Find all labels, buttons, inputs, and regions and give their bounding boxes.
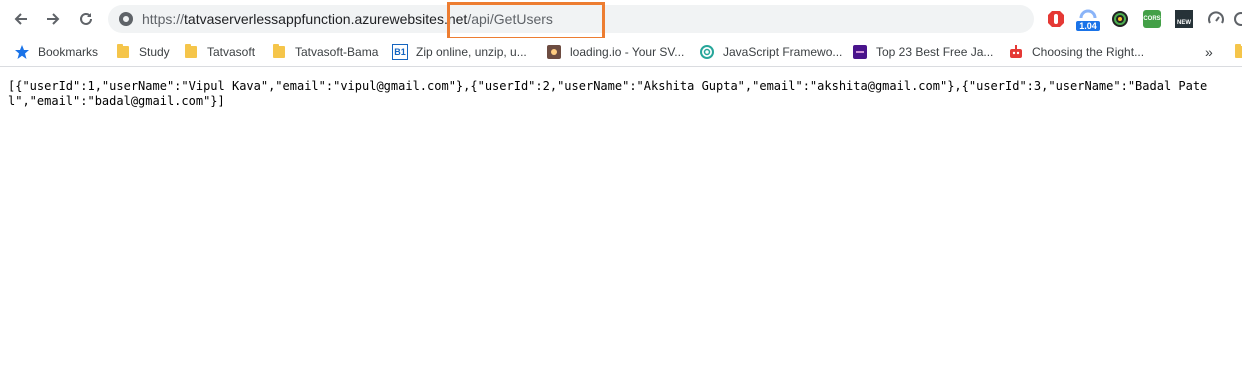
extension-partial-icon	[1234, 12, 1242, 26]
bookmark-label: JavaScript Framewo...	[723, 45, 843, 59]
site-info-icon[interactable]	[118, 11, 134, 27]
back-arrow-icon	[14, 13, 27, 25]
extension-new[interactable]: NEW	[1174, 9, 1194, 29]
folder-icon	[1233, 44, 1242, 60]
folder-icon	[271, 44, 287, 60]
folder-icon	[183, 44, 199, 60]
browser-toolbar: https://tatvaserverlessappfunction.azure…	[0, 0, 1242, 40]
spiral-icon	[699, 44, 715, 60]
extension-color-wheel[interactable]	[1110, 9, 1130, 29]
bookmark-label: Zip online, unzip, u...	[416, 45, 527, 59]
forward-button[interactable]	[40, 6, 66, 32]
bookmark-label: loading.io - Your SV...	[570, 45, 685, 59]
bookmark-label: Tatvasoft	[207, 45, 256, 59]
other-bookmarks-folder[interactable]	[1233, 42, 1242, 62]
extension-version-badge[interactable]: 1.04	[1076, 9, 1100, 31]
cors-icon: CORS	[1143, 10, 1161, 28]
bookmark-label: Tatvasoft-Bama	[295, 45, 379, 59]
bookmark-label: Choosing the Right...	[1032, 45, 1145, 59]
extension-adblock[interactable]	[1046, 9, 1066, 29]
back-button[interactable]	[8, 6, 34, 32]
new-badge-icon: NEW	[1175, 10, 1193, 28]
extension-speed[interactable]	[1206, 9, 1226, 29]
chevron-double-right-icon: »	[1205, 44, 1213, 60]
loading-io-icon	[546, 44, 562, 60]
stop-sign-icon	[1048, 11, 1064, 27]
colorlib-icon	[852, 44, 868, 60]
json-response-text: [{"userId":1,"userName":"Vipul Kava","em…	[8, 79, 1208, 108]
forward-arrow-icon	[47, 13, 60, 25]
bookmark-label: Top 23 Best Free Ja...	[876, 45, 994, 59]
bookmark-study[interactable]: Study	[115, 42, 170, 62]
bookmark-choosing-the-right[interactable]: Choosing the Right...	[1008, 42, 1144, 62]
bookmark-top-23-free[interactable]: Top 23 Best Free Ja...	[852, 42, 993, 62]
reload-button[interactable]	[73, 6, 99, 32]
bookmark-zip-online[interactable]: B1 Zip online, unzip, u...	[392, 42, 527, 62]
extension-cut-off[interactable]	[1232, 9, 1242, 29]
robot-icon	[1008, 44, 1024, 60]
bookmark-javascript-frameworks[interactable]: JavaScript Framewo...	[699, 42, 842, 62]
star-icon	[14, 44, 30, 60]
speedometer-icon	[1208, 11, 1224, 24]
url-host: tatvaserverlessappfunction.azurewebsites…	[184, 11, 468, 27]
reload-icon	[80, 12, 92, 25]
color-wheel-icon	[1112, 11, 1128, 27]
url-path-highlight-box	[447, 2, 605, 40]
bookmarks-overflow-button[interactable]: »	[1205, 42, 1213, 62]
url-scheme: https://	[142, 11, 185, 27]
bookmark-loading-io[interactable]: loading.io - Your SV...	[546, 42, 684, 62]
bookmark-bookmarks-menu[interactable]: Bookmarks	[14, 42, 98, 62]
bookmark-label: Bookmarks	[38, 45, 99, 59]
extension-cors[interactable]: CORS	[1142, 9, 1162, 29]
bookmark-tatvasoft[interactable]: Tatvasoft	[183, 42, 255, 62]
bookmark-label: Study	[139, 45, 170, 59]
bookmark-tatvasoft-bama[interactable]: Tatvasoft-Bama	[271, 42, 378, 62]
folder-icon	[115, 44, 131, 60]
b1-icon: B1	[392, 44, 408, 60]
bookmarks-bar: Bookmarks Study Tatvasoft Tatvasoft-Bama…	[0, 38, 1242, 67]
version-badge-text: 1.04	[1076, 21, 1100, 31]
